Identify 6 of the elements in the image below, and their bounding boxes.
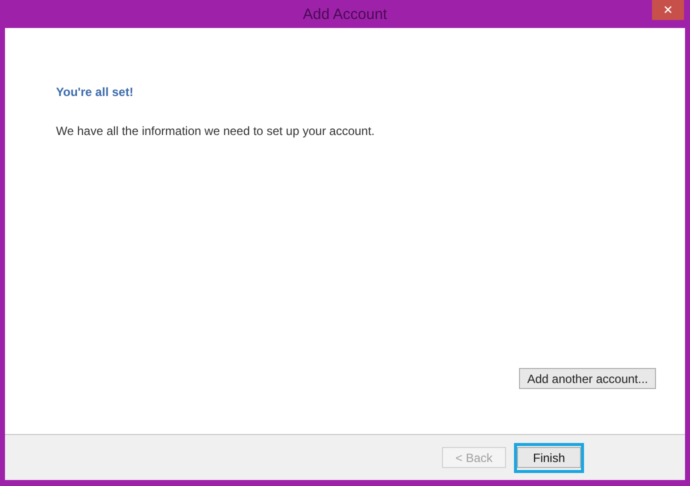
window-title: Add Account [302,5,388,25]
heading: You're all set! [56,84,134,101]
message: We have all the information we need to set up your account. [56,123,376,140]
add-another-account-button[interactable]: Add another account... [519,368,656,389]
close-button[interactable]: ✕ [652,0,684,20]
dialog-button[interactable]: Finish [517,447,581,468]
